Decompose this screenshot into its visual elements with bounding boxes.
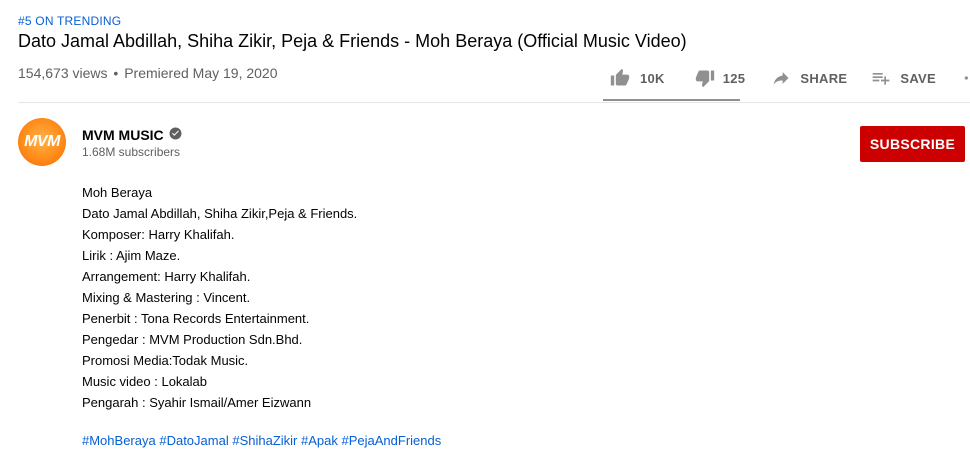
dislike-button[interactable]: 125 (695, 68, 746, 88)
channel-avatar[interactable]: MVM (18, 118, 66, 166)
share-label: SHARE (800, 70, 848, 86)
hashtag-link[interactable]: #DatoJamal (159, 433, 228, 448)
channel-name-text: MVM MUSIC (82, 127, 164, 143)
hashtag-link[interactable]: #ShihaZikir (232, 433, 297, 448)
more-actions-button[interactable] (962, 68, 970, 88)
description-line: Arrangement: Harry Khalifah. (82, 269, 251, 284)
trending-badge[interactable]: #5 ON TRENDING (18, 14, 121, 28)
like-button[interactable]: 10K (610, 68, 665, 88)
section-divider (18, 102, 970, 103)
sentiment-bar (603, 99, 740, 101)
share-arrow-icon (771, 68, 791, 88)
more-horizontal-icon (962, 68, 970, 88)
thumbs-down-icon (695, 68, 715, 88)
description-line: Lirik : Ajim Maze. (82, 248, 181, 263)
hashtag-link[interactable]: #MohBeraya (82, 433, 156, 448)
description-line: Penerbit : Tona Records Entertainment. (82, 311, 310, 326)
video-meta: 154,673 views • Premiered May 19, 2020 (18, 65, 278, 81)
video-actions: 10K 125 SHARE SAVE (603, 56, 970, 100)
like-count: 10K (640, 70, 665, 86)
playlist-add-icon (871, 68, 891, 88)
video-title: Dato Jamal Abdillah, Shiha Zikir, Peja &… (18, 31, 687, 51)
description-line: Komposer: Harry Khalifah. (82, 227, 235, 242)
meta-separator: • (113, 65, 119, 81)
description-line: Promosi Media:Todak Music. (82, 353, 249, 368)
verified-check-icon (169, 127, 182, 143)
video-description: Moh Beraya Dato Jamal Abdillah, Shiha Zi… (82, 182, 357, 413)
avatar-logo-text: MVM (24, 133, 60, 150)
description-line: Moh Beraya (82, 185, 153, 200)
description-line: Mixing & Mastering : Vincent. (82, 290, 251, 305)
hashtag-list: #MohBeraya #DatoJamal #ShihaZikir #Apak … (82, 433, 441, 448)
hashtag-link[interactable]: #PejaAndFriends (342, 433, 442, 448)
channel-name[interactable]: MVM MUSIC (82, 127, 182, 143)
description-line: Pengedar : MVM Production Sdn.Bhd. (82, 332, 303, 347)
description-line: Music video : Lokalab (82, 374, 208, 389)
view-count: 154,673 views (18, 65, 108, 81)
save-label: SAVE (900, 70, 936, 86)
description-line: Pengarah : Syahir Ismail/Amer Eizwann (82, 395, 312, 410)
description-line: Dato Jamal Abdillah, Shiha Zikir,Peja & … (82, 206, 358, 221)
premiere-date: Premiered May 19, 2020 (124, 65, 278, 81)
share-button[interactable]: SHARE (771, 68, 847, 88)
save-button[interactable]: SAVE (871, 68, 936, 88)
dislike-count: 125 (722, 70, 746, 86)
subscribe-button[interactable]: SUBSCRIBE (860, 126, 965, 162)
subscriber-count: 1.68M subscribers (82, 145, 181, 159)
thumbs-up-icon (610, 68, 630, 88)
hashtag-link[interactable]: #Apak (301, 433, 338, 448)
